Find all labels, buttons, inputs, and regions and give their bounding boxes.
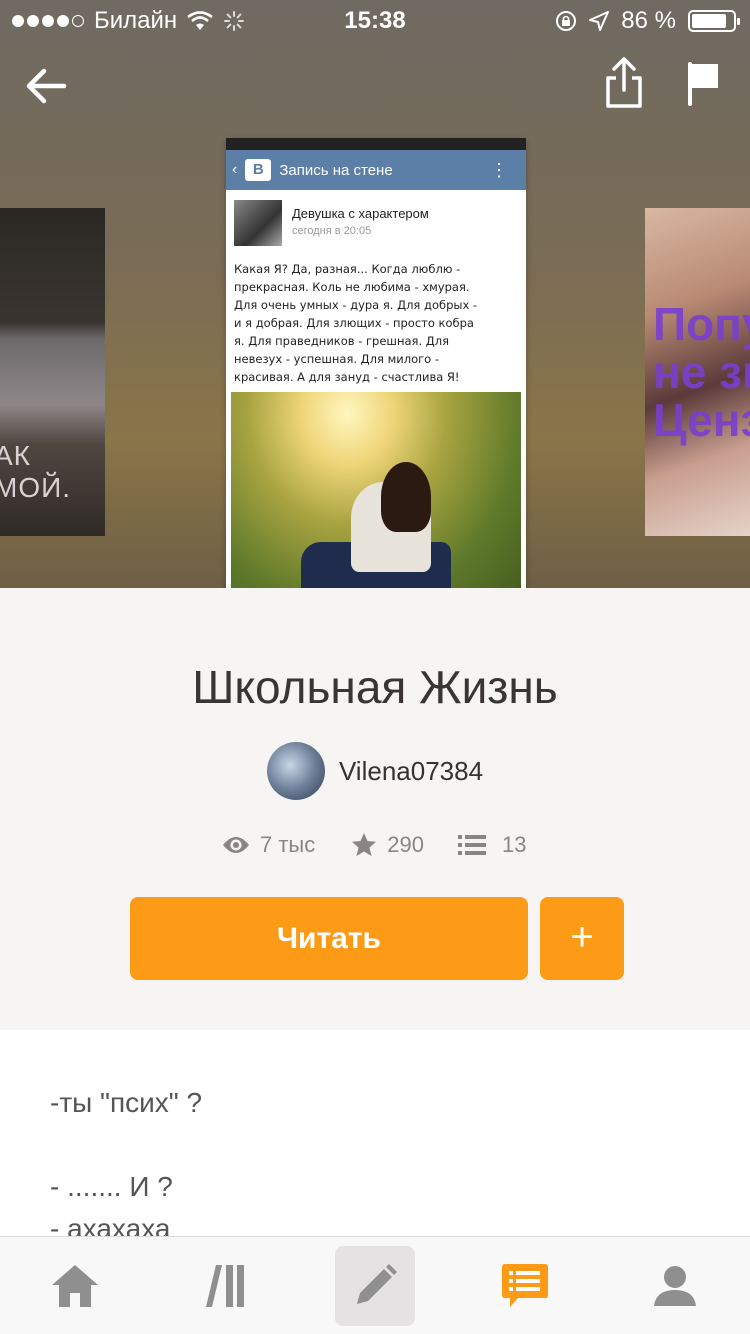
tab-bar [0, 1236, 750, 1334]
cover-vk-header: ‹ B Запись на стене ⋮ [226, 150, 526, 190]
parts-stat: 13 [457, 832, 527, 858]
eye-icon [223, 837, 249, 853]
story-title: Школьная Жизнь [192, 661, 558, 713]
next-story-cover[interactable]: Популне знаЦенз [645, 208, 750, 536]
arrow-left-icon [26, 68, 67, 104]
cover-post-date: сегодня в 20:05 [292, 225, 372, 237]
cover-post-line: Для очень умных - дура я. Для добрых - [234, 298, 478, 312]
prev-cover-text: АК МОЙ. [0, 440, 72, 503]
report-button[interactable] [686, 60, 722, 108]
tab-home[interactable] [0, 1237, 150, 1334]
avatar[interactable] [266, 742, 325, 800]
tab-library[interactable] [150, 1237, 300, 1334]
cover-post-text: Какая Я? Да, разная... Когда люблю - пре… [226, 252, 526, 386]
cover-phone-statusbar [226, 138, 526, 150]
votes-count: 290 [387, 832, 424, 857]
cover-vk-title: Запись на стене [279, 161, 393, 179]
location-icon [589, 11, 610, 31]
cover-post-line: красивая. А для зануд - счастлива Я! [234, 370, 460, 384]
tab-profile[interactable] [600, 1237, 750, 1334]
story-stats: 7 тыс 290 13 [222, 832, 526, 858]
tab-messages[interactable] [450, 1237, 600, 1334]
cover-post-line: и я добрая. Для злющих - просто кобра [234, 316, 474, 330]
list-icon [457, 835, 486, 855]
battery-icon [688, 10, 740, 32]
home-icon [52, 1265, 98, 1307]
cover-post-line: я. Для праведников - грешная. Для [234, 334, 450, 348]
cover-photo [231, 392, 521, 588]
prev-story-cover[interactable]: АК МОЙ. [0, 208, 105, 536]
messages-icon [502, 1264, 548, 1307]
next-cover-text-line: не зна [653, 346, 750, 398]
orientation-lock-icon [556, 11, 577, 31]
share-icon [606, 57, 642, 108]
story-preview[interactable]: -ты "псих" ? - ....... И ? - ахахаха [0, 1030, 750, 1244]
hero-banner: АК МОЙ. Популне знаЦенз ‹ B Запись на ст… [0, 0, 750, 588]
cover-post-author: Девушка с характером сегодня в 20:05 [226, 190, 526, 252]
cover-post-line: Какая Я? Да, разная... Когда люблю - [234, 262, 461, 276]
cover-post-line: невезух - успешная. Для милого - [234, 352, 440, 366]
cover-photo-figure-hair [381, 462, 431, 532]
back-button[interactable] [22, 62, 70, 110]
next-cover-text: Популне знаЦенз [653, 300, 750, 444]
add-to-library-button[interactable]: + [540, 897, 624, 980]
next-cover-text-line: Ценз [653, 394, 750, 446]
preview-line [50, 1124, 750, 1166]
views-count: 7 тыс [260, 832, 316, 857]
battery-fill [692, 14, 727, 28]
story-cover[interactable]: ‹ B Запись на стене ⋮ Девушка с характер… [226, 138, 526, 588]
author-row[interactable]: Vilena07384 [0, 742, 750, 800]
parts-count: 13 [501, 832, 527, 857]
views-stat: 7 тыс [222, 832, 315, 858]
library-icon [206, 1265, 244, 1307]
read-button[interactable]: Читать [130, 897, 528, 980]
profile-icon [654, 1266, 696, 1306]
cover-post-author-name: Девушка с характером [292, 206, 429, 221]
star-icon [352, 833, 377, 856]
next-cover-text-line: Попул [653, 298, 750, 350]
flag-icon [688, 62, 718, 106]
status-bar: Билайн 15:38 86 % [0, 0, 750, 40]
votes-stat: 290 [351, 832, 424, 858]
vk-logo-icon: B [245, 159, 272, 181]
cover-menu-icon: ⋮ [490, 159, 508, 180]
preview-line: - ....... И ? [50, 1171, 173, 1202]
cover-post-line: прекрасная. Коль не любима - хмурая. [234, 280, 470, 294]
cover-post-avatar [234, 200, 282, 246]
share-button[interactable] [604, 56, 644, 110]
pencil-icon [357, 1264, 397, 1304]
author-name[interactable]: Vilena07384 [339, 756, 483, 787]
tab-write[interactable] [300, 1237, 450, 1334]
preview-line: -ты "псих" ? [50, 1087, 203, 1118]
tab-write-highlight [335, 1246, 415, 1326]
battery-percent: 86 % [621, 7, 676, 34]
